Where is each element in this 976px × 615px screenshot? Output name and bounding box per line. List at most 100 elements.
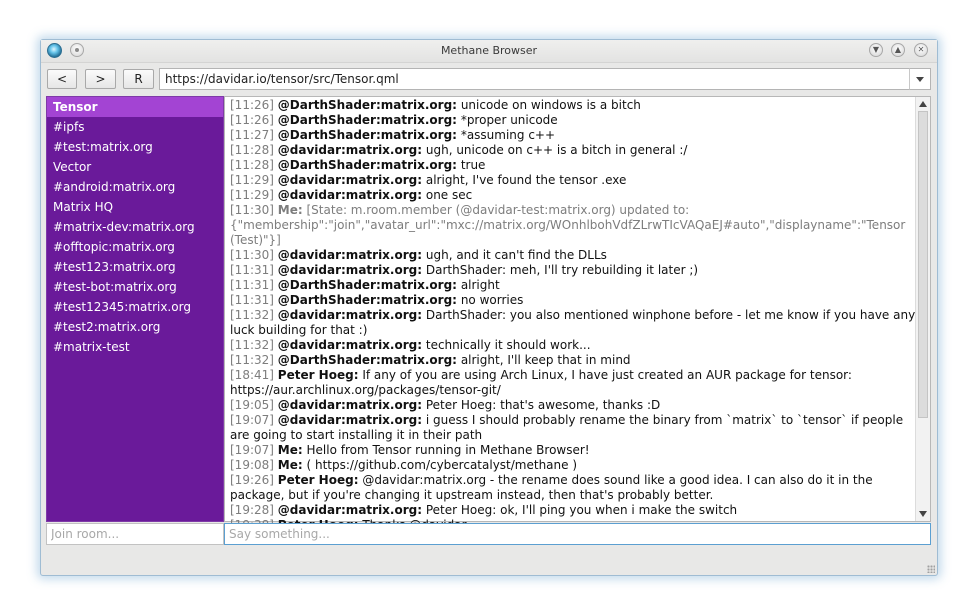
scroll-down-icon[interactable] [919, 511, 927, 517]
message-sender: Me: [277, 458, 303, 472]
minimize-icon[interactable]: ▼ [869, 43, 883, 57]
message-timestamp: [18:41] [230, 368, 274, 382]
message-timestamp: [11:29] [230, 188, 274, 202]
room-item[interactable]: Vector [47, 157, 223, 177]
chat-message: [18:41] Peter Hoeg: If any of you are us… [230, 368, 916, 398]
chat-message: [19:28] @davidar:matrix.org: Peter Hoeg:… [230, 503, 916, 518]
room-item[interactable]: Tensor [47, 97, 223, 117]
message-timestamp: [19:07] [230, 443, 274, 457]
message-sender: @davidar:matrix.org: [277, 143, 423, 157]
chat-message: [19:26] Peter Hoeg: @davidar:matrix.org … [230, 473, 916, 503]
message-sender: @davidar:matrix.org: [277, 338, 423, 352]
chat-message: [11:31] @DarthShader:matrix.org: alright [230, 278, 916, 293]
scroll-up-icon[interactable] [919, 101, 927, 107]
message-timestamp: [11:32] [230, 353, 274, 367]
message-timestamp: [11:32] [230, 308, 274, 322]
maximize-icon[interactable]: ▲ [891, 43, 905, 57]
chat-message: [11:28] @DarthShader:matrix.org: true [230, 158, 916, 173]
chat-message: [11:29] @davidar:matrix.org: one sec [230, 188, 916, 203]
message-text: *assuming c++ [460, 128, 556, 142]
message-timestamp: [11:30] [230, 203, 274, 217]
message-input[interactable] [224, 523, 931, 545]
chat-message: [11:32] @davidar:matrix.org: technically… [230, 338, 916, 353]
chat-message: [11:32] @DarthShader:matrix.org: alright… [230, 353, 916, 368]
chat-message: [11:31] @davidar:matrix.org: DarthShader… [230, 263, 916, 278]
reload-button[interactable]: R [123, 69, 154, 89]
message-timestamp: [11:29] [230, 173, 274, 187]
message-timestamp: [11:31] [230, 293, 274, 307]
message-list: [11:26] @DarthShader:matrix.org: unicode… [230, 98, 916, 533]
room-list: Tensor #ipfs #test:matrix.org Vector #androi… [46, 96, 224, 522]
message-timestamp: [11:27] [230, 128, 274, 142]
message-text: Hello from Tensor running in Methane Bro… [306, 443, 590, 457]
message-sender: @DarthShader:matrix.org: [277, 353, 457, 367]
message-sender: @davidar:matrix.org: [277, 248, 423, 262]
chat-scrollbar[interactable] [915, 97, 930, 521]
room-item[interactable]: #test:matrix.org [47, 137, 223, 157]
message-text: *proper unicode [460, 113, 558, 127]
window-title: Methane Browser [440, 44, 538, 57]
message-sender: @DarthShader:matrix.org: [277, 113, 457, 127]
close-icon[interactable]: ✕ [914, 43, 928, 57]
message-text: one sec [425, 188, 473, 202]
message-timestamp: [19:05] [230, 398, 274, 412]
message-text: ugh, and it can't find the DLLs [425, 248, 607, 262]
chat-message: [11:26] @DarthShader:matrix.org: *proper… [230, 113, 916, 128]
chat-message: [11:30] Me: [State: m.room.member (@davi… [230, 203, 916, 248]
message-timestamp: [11:28] [230, 143, 274, 157]
chat-message: [19:07] @davidar:matrix.org: i guess I s… [230, 413, 916, 443]
message-timestamp: [11:31] [230, 263, 274, 277]
room-item[interactable]: #ipfs [47, 117, 223, 137]
chat-message: [11:32] @davidar:matrix.org: DarthShader… [230, 308, 916, 338]
room-item[interactable]: #android:matrix.org [47, 177, 223, 197]
message-sender: Me: [277, 443, 303, 457]
url-bar[interactable]: https://davidar.io/tensor/src/Tensor.qml [159, 68, 911, 90]
chat-message: [11:27] @DarthShader:matrix.org: *assumi… [230, 128, 916, 143]
room-item[interactable]: Matrix HQ [47, 197, 223, 217]
title-bar: Methane Browser ▼ ▲ ✕ [41, 40, 937, 63]
message-timestamp: [19:28] [230, 503, 274, 517]
room-item[interactable]: #test12345:matrix.org [47, 297, 223, 317]
message-sender: Me: [277, 203, 303, 217]
chat-message: [11:26] @DarthShader:matrix.org: unicode… [230, 98, 916, 113]
resize-grip-icon[interactable] [927, 565, 935, 573]
join-room-input[interactable] [46, 523, 224, 545]
message-sender: @DarthShader:matrix.org: [277, 278, 457, 292]
room-item[interactable]: #test123:matrix.org [47, 257, 223, 277]
chat-message: [11:28] @davidar:matrix.org: ugh, unicod… [230, 143, 916, 158]
room-item[interactable]: #offtopic:matrix.org [47, 237, 223, 257]
chat-message: [11:30] @davidar:matrix.org: ugh, and it… [230, 248, 916, 263]
message-timestamp: [19:07] [230, 413, 274, 427]
message-sender: @DarthShader:matrix.org: [277, 293, 457, 307]
browser-window: Methane Browser ▼ ▲ ✕ < > R https://davi… [40, 39, 938, 576]
url-dropdown-icon[interactable] [909, 68, 931, 90]
message-text: no worries [460, 293, 524, 307]
room-item[interactable]: #matrix-test [47, 337, 223, 357]
message-timestamp: [19:08] [230, 458, 274, 472]
message-text: [State: m.room.member (@davidar-test:mat… [230, 203, 906, 247]
room-item[interactable]: #test-bot:matrix.org [47, 277, 223, 297]
message-sender: Peter Hoeg: [277, 368, 359, 382]
chat-message: [11:29] @davidar:matrix.org: alright, I'… [230, 173, 916, 188]
chat-message: [19:07] Me: Hello from Tensor running in… [230, 443, 916, 458]
message-timestamp: [11:26] [230, 98, 274, 112]
message-sender: @DarthShader:matrix.org: [277, 98, 457, 112]
message-text: technically it should work... [425, 338, 591, 352]
message-timestamp: [11:26] [230, 113, 274, 127]
scroll-thumb[interactable] [918, 111, 928, 418]
message-sender: @davidar:matrix.org: [277, 308, 423, 322]
message-timestamp: [11:28] [230, 158, 274, 172]
message-sender: @davidar:matrix.org: [277, 503, 423, 517]
message-text: Peter Hoeg: ok, I'll ping you when i mak… [425, 503, 738, 517]
message-text: DarthShader: meh, I'll try rebuilding it… [425, 263, 699, 277]
room-item[interactable]: #matrix-dev:matrix.org [47, 217, 223, 237]
chat-message: [11:31] @DarthShader:matrix.org: no worr… [230, 293, 916, 308]
message-timestamp: [11:31] [230, 278, 274, 292]
forward-button[interactable]: > [85, 69, 116, 89]
back-button[interactable]: < [47, 69, 77, 89]
message-text: alright [460, 278, 500, 292]
room-item[interactable]: #test2:matrix.org [47, 317, 223, 337]
message-sender: @DarthShader:matrix.org: [277, 128, 457, 142]
chat-message: [19:08] Me: ( https://github.com/cyberca… [230, 458, 916, 473]
message-text: ugh, unicode on c++ is a bitch in genera… [425, 143, 688, 157]
